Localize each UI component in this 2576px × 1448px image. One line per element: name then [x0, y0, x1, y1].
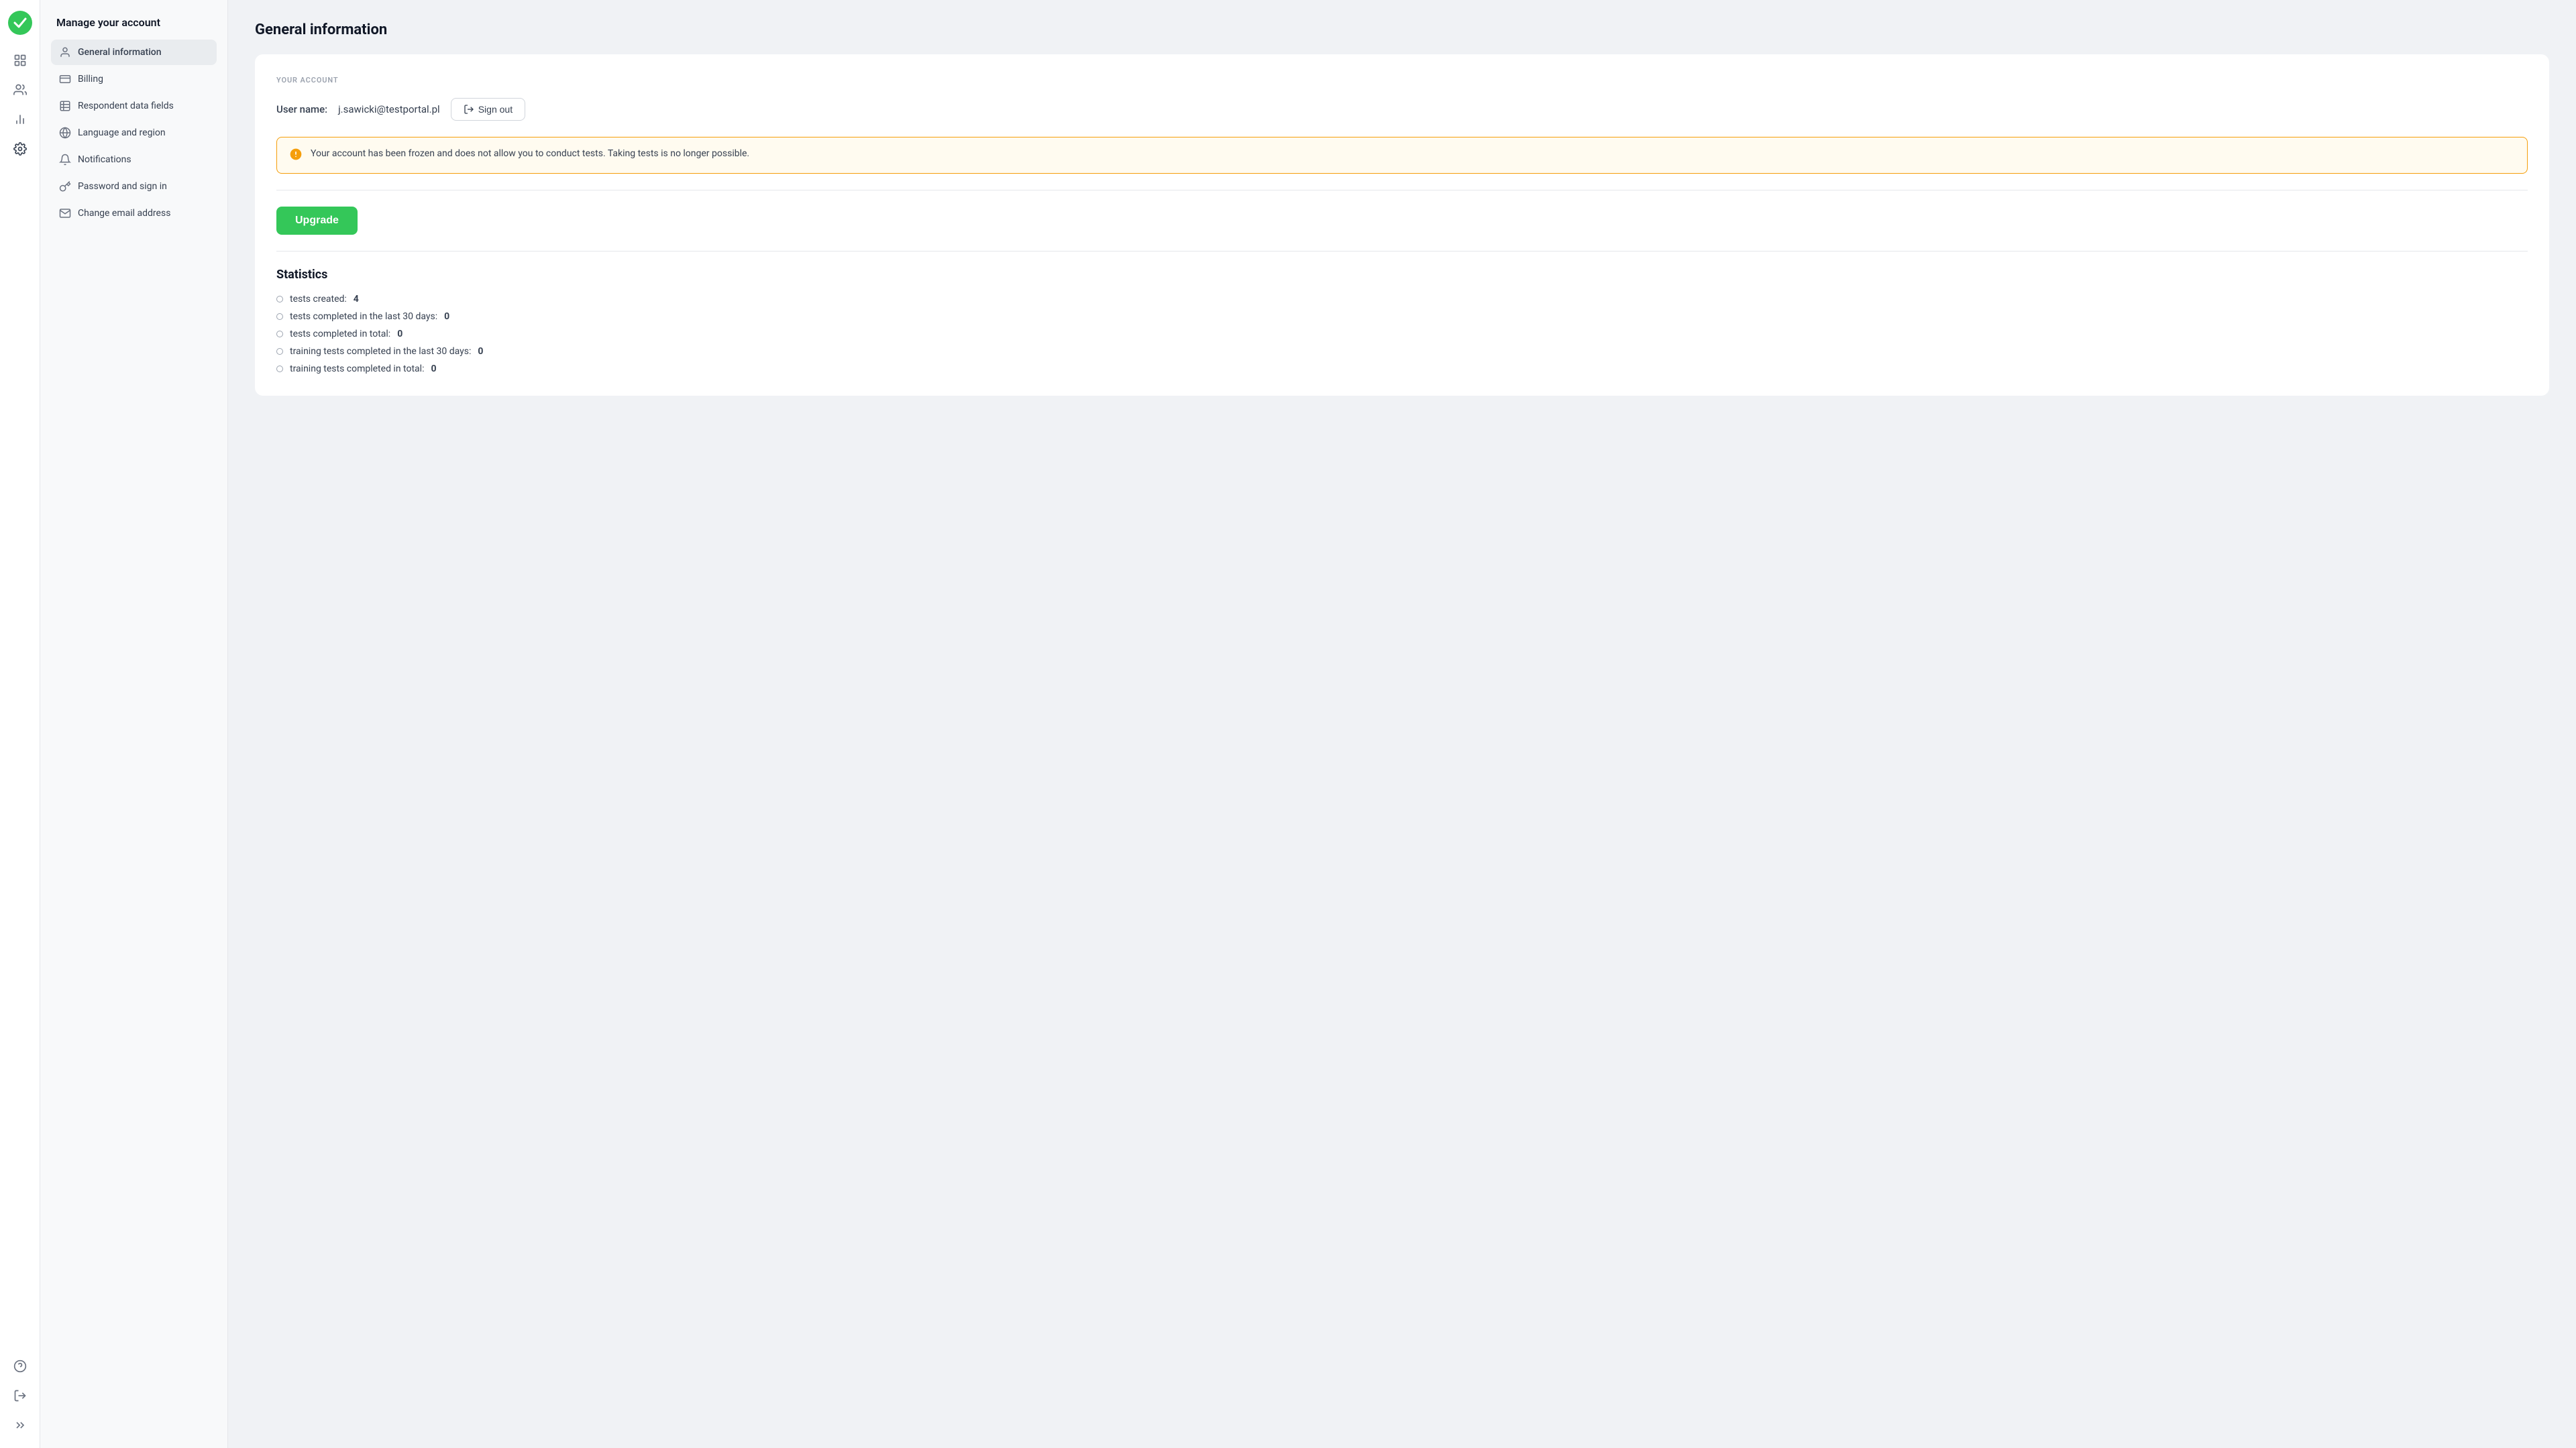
- page-title: General information: [255, 21, 2549, 38]
- stat-value: 0: [397, 329, 402, 339]
- collapse-icon[interactable]: [8, 1413, 32, 1437]
- bell-icon: [59, 154, 71, 166]
- username-label: User name:: [276, 103, 327, 115]
- general-info-card: YOUR ACCOUNT User name: j.sawicki@testpo…: [255, 54, 2549, 396]
- divider-2: [276, 251, 2528, 252]
- sidebar-item-label: General information: [78, 47, 162, 58]
- stat-label: tests completed in the last 30 days:: [290, 311, 437, 322]
- left-nav-title: Manage your account: [51, 16, 217, 29]
- sidebar-item-billing[interactable]: Billing: [51, 66, 217, 92]
- user-circle-icon: [59, 46, 71, 58]
- username-value: j.sawicki@testportal.pl: [338, 103, 440, 115]
- signout-button[interactable]: Sign out: [451, 98, 525, 121]
- settings-icon[interactable]: [8, 137, 32, 161]
- stat-value: 0: [478, 346, 483, 357]
- stat-value: 4: [354, 294, 359, 304]
- stat-tests-completed-30: tests completed in the last 30 days: 0: [276, 311, 2528, 322]
- key-icon: [59, 180, 71, 192]
- sidebar-item-notifications[interactable]: Notifications: [51, 147, 217, 172]
- users-icon[interactable]: [8, 78, 32, 102]
- app-logo: [8, 11, 32, 35]
- mail-icon: [59, 207, 71, 219]
- grid-icon[interactable]: [8, 48, 32, 72]
- table-icon: [59, 100, 71, 112]
- stat-label: tests completed in total:: [290, 329, 390, 339]
- warning-text: Your account has been frozen and does no…: [311, 147, 749, 161]
- warning-icon: [289, 148, 303, 164]
- stat-tests-completed-total: tests completed in total: 0: [276, 329, 2528, 339]
- stats-list: tests created: 4 tests completed in the …: [276, 294, 2528, 374]
- globe-icon: [59, 127, 71, 139]
- billing-icon: [59, 73, 71, 85]
- main-content: General information YOUR ACCOUNT User na…: [228, 0, 2576, 1448]
- sidebar-item-label: Notifications: [78, 154, 131, 165]
- stat-tests-created: tests created: 4: [276, 294, 2528, 304]
- account-row: User name: j.sawicki@testportal.pl Sign …: [276, 98, 2528, 121]
- stat-training-completed-total: training tests completed in total: 0: [276, 364, 2528, 374]
- sidebar-item-password-and-sign-in[interactable]: Password and sign in: [51, 174, 217, 199]
- warning-banner: Your account has been frozen and does no…: [276, 137, 2528, 174]
- stat-training-completed-30: training tests completed in the last 30 …: [276, 346, 2528, 357]
- icon-sidebar: [0, 0, 40, 1448]
- chart-icon[interactable]: [8, 107, 32, 131]
- sidebar-item-label: Change email address: [78, 208, 170, 219]
- signout-icon: [464, 104, 474, 115]
- sidebar-item-general-information[interactable]: General information: [51, 40, 217, 65]
- stat-label: tests created:: [290, 294, 347, 304]
- stat-label: training tests completed in total:: [290, 364, 424, 374]
- left-nav: Manage your account General information …: [40, 0, 228, 1448]
- sidebar-item-language-and-region[interactable]: Language and region: [51, 120, 217, 146]
- help-icon[interactable]: [8, 1354, 32, 1378]
- stat-label: training tests completed in the last 30 …: [290, 346, 471, 357]
- sidebar-item-label: Language and region: [78, 127, 166, 138]
- your-account-label: YOUR ACCOUNT: [276, 76, 2528, 85]
- sidebar-item-change-email-address[interactable]: Change email address: [51, 201, 217, 226]
- stat-value: 0: [444, 311, 449, 322]
- sidebar-item-respondent-data-fields[interactable]: Respondent data fields: [51, 93, 217, 119]
- statistics-title: Statistics: [276, 268, 2528, 282]
- upgrade-button[interactable]: Upgrade: [276, 207, 358, 235]
- stat-value: 0: [431, 364, 436, 374]
- sidebar-item-label: Billing: [78, 74, 103, 85]
- sidebar-item-label: Respondent data fields: [78, 101, 174, 111]
- sidebar-item-label: Password and sign in: [78, 181, 167, 192]
- exit-icon[interactable]: [8, 1384, 32, 1408]
- signout-label: Sign out: [478, 104, 513, 115]
